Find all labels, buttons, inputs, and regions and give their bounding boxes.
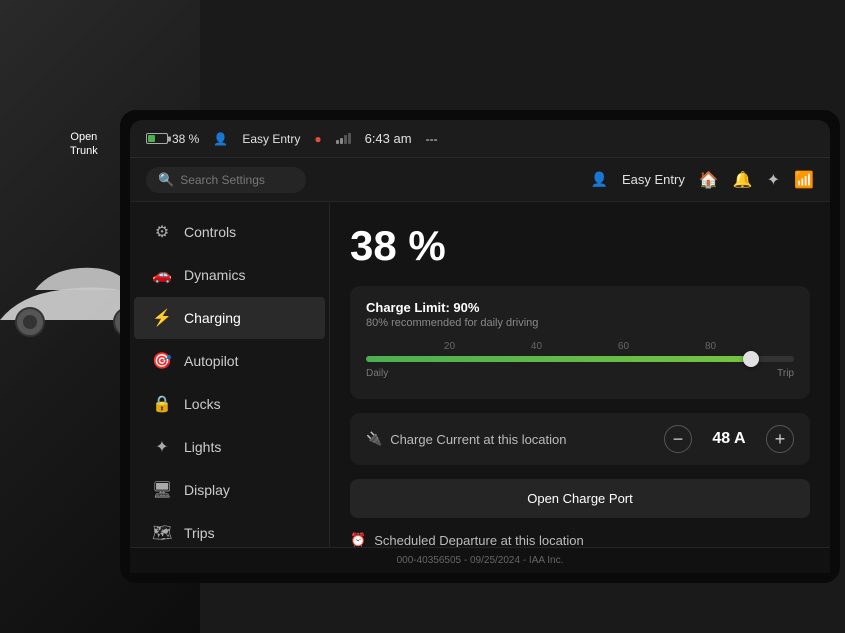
sub-header: 🔍 Search Settings 👤 Easy Entry 🏠 🔔 ✦ 📶	[130, 158, 830, 202]
charge-current-row: 🔌 Charge Current at this location − 48 A…	[350, 413, 810, 465]
open-charge-port-button[interactable]: Open Charge Port	[350, 479, 810, 518]
signal-icon	[336, 133, 351, 144]
time-display: 6:43 am	[365, 131, 412, 146]
locks-icon: 🔒	[152, 394, 172, 414]
dynamics-icon: 🚗	[152, 265, 172, 285]
display-icon: 🖥	[152, 480, 172, 500]
sidebar: ⚙ Controls 🚗 Dynamics ⚡ Charging 🎯 Autop…	[130, 202, 330, 573]
profile-name[interactable]: Easy Entry	[242, 132, 300, 146]
charging-icon: ⚡	[152, 308, 172, 328]
home-icon: 🏠	[699, 170, 719, 190]
charge-limit-title: Charge Limit: 90%	[366, 300, 794, 315]
bottom-bar: 000-40356505 - 09/25/2024 - IAA Inc.	[130, 547, 830, 573]
slider-thumb[interactable]	[743, 351, 759, 367]
footer-text: 000-40356505 - 09/25/2024 - IAA Inc.	[397, 555, 564, 566]
main-screen: 38 % 👤 Easy Entry ● 6:43 am --- 🔍 Search…	[130, 120, 830, 573]
charge-current-control: − 48 A +	[664, 425, 794, 453]
sidebar-label-lights: Lights	[184, 439, 221, 455]
easy-entry-sub[interactable]: Easy Entry	[622, 172, 685, 187]
sidebar-item-lights[interactable]: ✦ Lights	[134, 426, 325, 468]
search-icon: 🔍	[158, 172, 174, 188]
controls-icon: ⚙	[152, 222, 172, 242]
charge-slider-container: 20 40 60 80 Daily Trip	[366, 341, 794, 379]
person-icon-2: 👤	[591, 171, 608, 188]
battery-percent-label: 38 %	[172, 132, 199, 146]
open-trunk-label[interactable]: Open Trunk	[70, 130, 98, 159]
sidebar-label-trips: Trips	[184, 525, 215, 541]
sidebar-label-charging: Charging	[184, 310, 241, 326]
battery-percent-main: 38 %	[350, 222, 810, 270]
autopilot-icon: 🎯	[152, 351, 172, 371]
sidebar-label-display: Display	[184, 482, 230, 498]
bell-icon: 🔔	[733, 170, 753, 190]
sidebar-item-locks[interactable]: 🔒 Locks	[134, 383, 325, 425]
bluetooth-icon: ✦	[767, 170, 780, 190]
sidebar-label-autopilot: Autopilot	[184, 353, 238, 369]
scheduled-departure-header: ⏰ Scheduled Departure at this location	[350, 532, 810, 548]
content-area: 38 % Charge Limit: 90% 80% recommended f…	[330, 202, 830, 573]
charge-slider-track[interactable]	[366, 356, 794, 362]
sidebar-item-controls[interactable]: ⚙ Controls	[134, 211, 325, 253]
person-icon: 👤	[213, 132, 228, 146]
search-box[interactable]: 🔍 Search Settings	[146, 167, 306, 193]
sidebar-label-dynamics: Dynamics	[184, 267, 245, 283]
slider-labels: 20 40 60 80	[366, 341, 794, 352]
battery-icon	[146, 133, 168, 144]
sidebar-item-dynamics[interactable]: 🚗 Dynamics	[134, 254, 325, 296]
sidebar-item-display[interactable]: 🖥 Display	[134, 469, 325, 511]
trips-icon: 🗺	[152, 523, 172, 543]
daily-label: Daily	[366, 368, 388, 379]
lights-icon: ✦	[152, 437, 172, 457]
wifi-icon: 📶	[794, 170, 814, 190]
sidebar-label-controls: Controls	[184, 224, 236, 240]
charge-limit-card: Charge Limit: 90% 80% recommended for da…	[350, 286, 810, 399]
sub-header-right: 👤 Easy Entry 🏠 🔔 ✦ 📶	[591, 170, 814, 190]
slider-fill	[366, 356, 751, 362]
sidebar-item-autopilot[interactable]: 🎯 Autopilot	[134, 340, 325, 382]
status-dashes: ---	[426, 132, 438, 146]
sidebar-label-locks: Locks	[184, 396, 221, 412]
sidebar-item-charging[interactable]: ⚡ Charging	[134, 297, 325, 339]
increase-current-button[interactable]: +	[766, 425, 794, 453]
current-value: 48 A	[704, 430, 754, 448]
search-placeholder: Search Settings	[180, 173, 265, 187]
alarm-icon: ⏰	[350, 532, 366, 548]
decrease-current-button[interactable]: −	[664, 425, 692, 453]
slider-bottom-labels: Daily Trip	[366, 368, 794, 379]
profile-icon-area: 👤	[213, 132, 228, 146]
plug-icon: 🔌	[366, 431, 382, 447]
trip-label: Trip	[777, 368, 794, 379]
record-dot: ●	[314, 132, 321, 146]
charge-limit-subtitle: 80% recommended for daily driving	[366, 317, 794, 329]
battery-status: 38 %	[146, 132, 199, 146]
status-bar: 38 % 👤 Easy Entry ● 6:43 am ---	[130, 120, 830, 158]
main-content: ⚙ Controls 🚗 Dynamics ⚡ Charging 🎯 Autop…	[130, 202, 830, 573]
charge-current-label: 🔌 Charge Current at this location	[366, 431, 567, 447]
